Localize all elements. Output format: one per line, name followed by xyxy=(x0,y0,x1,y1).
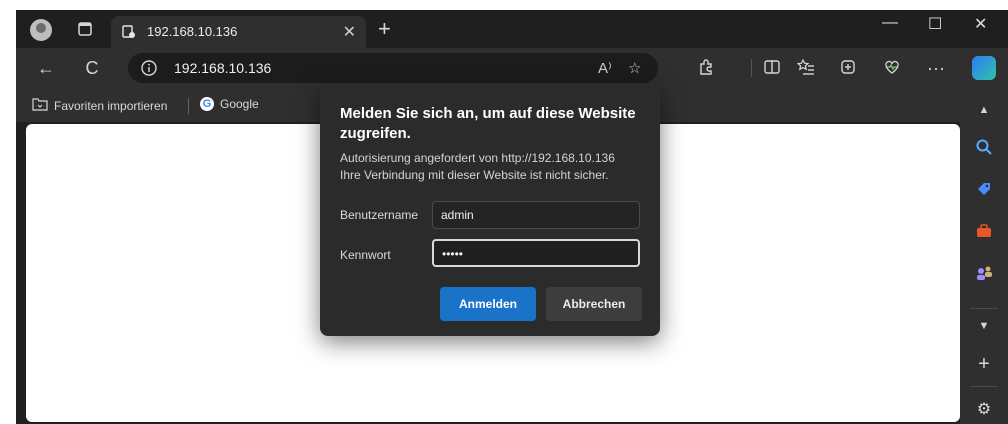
copilot-icon[interactable] xyxy=(972,56,996,80)
tools-icon[interactable] xyxy=(974,222,994,242)
performance-icon[interactable] xyxy=(882,58,902,78)
games-icon[interactable] xyxy=(974,264,994,284)
google-icon: G xyxy=(200,97,214,111)
favorites-import-item[interactable]: Favoriten importieren xyxy=(32,97,167,114)
dialog-title: Melden Sie sich an, um auf diese Website… xyxy=(340,105,636,142)
address-toolbar: ← C 192.168.10.136 A⁾ ☆ ··· xyxy=(16,48,1008,88)
star-icon[interactable]: ☆ xyxy=(628,59,641,77)
import-favorites-icon xyxy=(32,97,48,114)
auth-dialog: Melden Sie sich an, um auf diese Website… xyxy=(320,84,660,336)
username-field[interactable]: admin xyxy=(432,201,640,229)
favorites-icon[interactable] xyxy=(796,58,816,78)
extensions-icon[interactable] xyxy=(696,58,716,78)
tab-actions-icon[interactable] xyxy=(76,20,94,38)
toolbar-divider xyxy=(751,59,752,77)
address-bar[interactable]: 192.168.10.136 A⁾ ☆ xyxy=(128,53,658,83)
tab-active[interactable]: 192.168.10.136 ✕ xyxy=(111,16,366,48)
reload-icon[interactable]: C xyxy=(82,58,102,78)
dialog-authorization-line: Autorisierung angefordert von http://192… xyxy=(340,151,615,165)
dialog-message: Autorisierung angefordert von http://192… xyxy=(340,150,650,184)
sign-in-button[interactable]: Anmelden xyxy=(440,287,536,321)
url-text[interactable]: 192.168.10.136 xyxy=(174,60,271,76)
close-window-button[interactable]: ✕ xyxy=(974,14,987,34)
read-aloud-icon[interactable]: A⁾ xyxy=(598,59,612,77)
favorites-google-label: Google xyxy=(220,97,259,111)
site-icon xyxy=(121,24,137,40)
info-icon[interactable] xyxy=(140,59,158,77)
sidebar-divider-2 xyxy=(970,386,998,387)
shopping-icon[interactable] xyxy=(974,180,994,200)
username-label: Benutzername xyxy=(340,208,419,222)
minimize-button[interactable]: — xyxy=(882,14,898,32)
password-label: Kennwort xyxy=(340,248,391,262)
tab-bar: 192.168.10.136 ✕ + — ☐ ✕ xyxy=(16,10,1008,48)
split-screen-icon[interactable] xyxy=(762,58,782,78)
password-field[interactable]: ••••• xyxy=(432,239,640,267)
add-icon[interactable]: + xyxy=(974,354,994,374)
sidebar-divider xyxy=(970,308,998,309)
favorites-divider xyxy=(188,98,189,114)
favorites-google-item[interactable]: G Google xyxy=(200,97,259,111)
cancel-button[interactable]: Abbrechen xyxy=(546,287,642,321)
dialog-security-line: Ihre Verbindung mit dieser Website ist n… xyxy=(340,168,609,182)
collections-icon[interactable] xyxy=(838,58,858,78)
back-icon[interactable]: ← xyxy=(36,58,56,78)
scroll-up-icon[interactable]: ▲ xyxy=(974,100,994,120)
favorites-import-label: Favoriten importieren xyxy=(54,98,168,113)
tab-title: 192.168.10.136 xyxy=(147,24,238,39)
scroll-down-icon[interactable]: ▼ xyxy=(974,316,994,336)
search-icon[interactable] xyxy=(974,138,994,158)
more-icon[interactable]: ··· xyxy=(926,58,946,78)
new-tab-button[interactable]: + xyxy=(378,16,391,42)
right-sidebar: ▲ ▼ + ⚙ xyxy=(960,88,1008,424)
profile-icon[interactable] xyxy=(30,19,52,41)
maximize-button[interactable]: ☐ xyxy=(928,14,942,34)
tab-close-icon[interactable]: ✕ xyxy=(343,22,356,42)
settings-icon[interactable]: ⚙ xyxy=(974,400,994,420)
